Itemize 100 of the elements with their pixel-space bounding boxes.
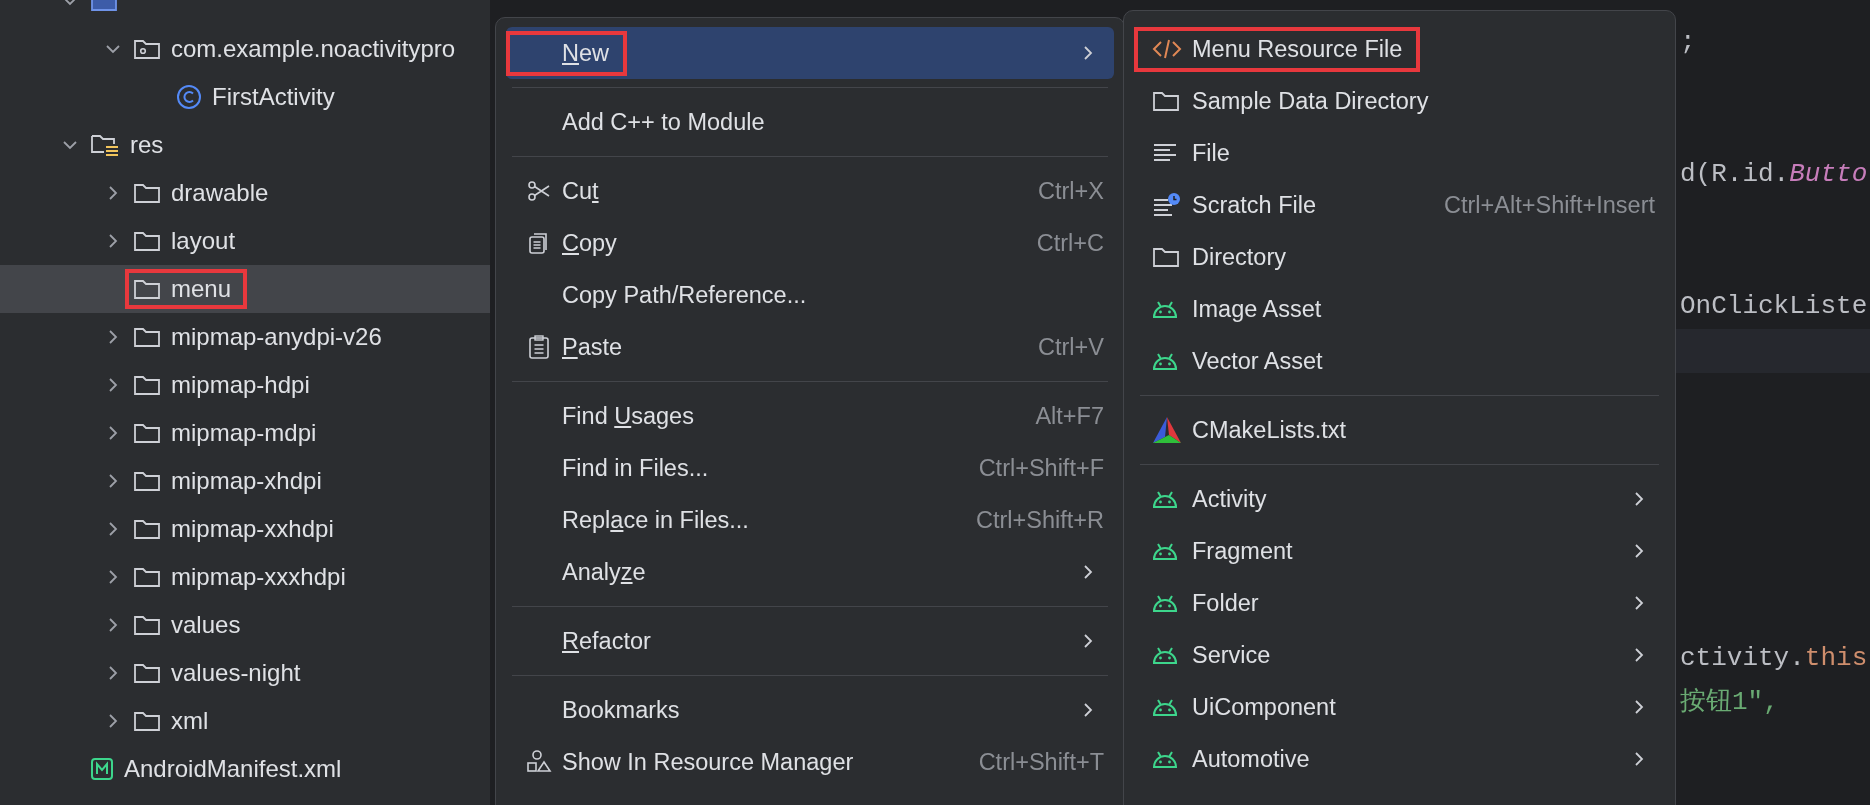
tree-item[interactable]: mipmap-xxhdpi [0, 505, 490, 553]
action-entry[interactable]: Find Usages Alt+F7 [506, 390, 1114, 442]
tree-item[interactable]: FirstActivity [0, 73, 490, 121]
tree-item-label: mipmap-xxxhdpi [171, 563, 346, 591]
tree-item-label: layout [171, 227, 236, 255]
action-entry[interactable]: Show In Resource Manager Ctrl+Shift+T [506, 736, 1114, 788]
shortcut-label: Ctrl+V [1038, 333, 1104, 361]
android-icon [1152, 645, 1178, 665]
shortcut-label: Ctrl+Shift+T [978, 748, 1104, 776]
action-entry[interactable]: Find in Files... Ctrl+Shift+F [506, 442, 1114, 494]
entry-label: Fragment [1192, 537, 1293, 565]
action-entry[interactable]: Activity [1134, 473, 1665, 525]
scratch-file-icon [1152, 192, 1180, 218]
entry-label: Find Usages [562, 402, 694, 430]
entry-label: Automotive [1192, 745, 1310, 773]
tree-item[interactable]: mipmap-anydpi-v26 [0, 313, 490, 361]
action-entry[interactable]: Image Asset [1134, 283, 1665, 335]
folder-icon [133, 709, 161, 733]
action-entry[interactable]: Menu Resource File [1134, 23, 1665, 75]
action-entry[interactable]: File [1134, 127, 1665, 179]
android-icon [1152, 489, 1178, 509]
action-entry[interactable]: Refactor [506, 615, 1114, 667]
action-entry[interactable]: Service [1134, 629, 1665, 681]
folder-icon [133, 517, 161, 541]
entry-label: UiComponent [1192, 693, 1336, 721]
action-entry[interactable]: New [506, 27, 1114, 79]
tree-item[interactable]: com.example.noactivitypro [0, 25, 490, 73]
tree-item[interactable]: values [0, 601, 490, 649]
tree-item[interactable]: mipmap-xhdpi [0, 457, 490, 505]
entry-label: Sample Data Directory [1192, 87, 1429, 115]
tree-item-label: menu [171, 275, 232, 303]
folder-icon [133, 325, 161, 349]
tree-item-label: res [130, 131, 164, 159]
tree-item-label: AndroidManifest.xml [124, 755, 342, 783]
folder-icon [133, 421, 161, 445]
tree-item[interactable]: values-night [0, 649, 490, 697]
tree-item[interactable]: AndroidManifest.xml [0, 745, 490, 793]
shapes-icon [526, 750, 552, 774]
entry-label: Directory [1192, 243, 1286, 271]
action-entry[interactable]: Directory [1134, 231, 1665, 283]
shortcut-label: Ctrl+Shift+R [976, 506, 1104, 534]
action-entry[interactable]: Sample Data Directory [1134, 75, 1665, 127]
entry-label: Image Asset [1192, 295, 1322, 323]
tree-item[interactable]: drawable [0, 169, 490, 217]
action-entry[interactable]: Fragment [1134, 525, 1665, 577]
tree-item[interactable]: mipmap-mdpi [0, 409, 490, 457]
tree-item[interactable]: menu [0, 265, 490, 313]
entry-label: Add C++ to Module [562, 108, 765, 136]
action-entry[interactable]: Replace in Files... Ctrl+Shift+R [506, 494, 1114, 546]
action-entry[interactable]: Analyze [506, 546, 1114, 598]
entry-label: Menu Resource File [1192, 35, 1403, 63]
tree-item-label: drawable [171, 179, 269, 207]
action-entry[interactable]: Vector Asset [1134, 335, 1665, 387]
folder-icon [133, 181, 161, 205]
clipboard-icon [527, 334, 551, 360]
action-entry[interactable]: CMakeLists.txt [1134, 404, 1665, 456]
folder-icon [1152, 89, 1180, 113]
tree-item[interactable]: layout [0, 217, 490, 265]
action-entry[interactable]: Cut Ctrl+X [506, 165, 1114, 217]
entry-label: Service [1192, 641, 1271, 669]
shortcut-label: Ctrl+Shift+F [978, 454, 1104, 482]
action-entry[interactable]: Folder [1134, 577, 1665, 629]
action-entry[interactable]: Automotive [1134, 733, 1665, 785]
folder-icon [133, 373, 161, 397]
tree-item-label: mipmap-hdpi [171, 371, 310, 399]
entry-label: Find in Files... [562, 454, 709, 482]
entry-label: Show In Resource Manager [562, 748, 854, 776]
resource-folder-icon [90, 132, 120, 158]
folder-icon [133, 565, 161, 589]
action-entry[interactable]: Scratch File Ctrl+Alt+Shift+Insert [1134, 179, 1665, 231]
android-icon [1152, 299, 1178, 319]
folder-icon [133, 661, 161, 685]
code-brackets-icon [1152, 37, 1182, 61]
tree-item-label: values [171, 611, 241, 639]
package-folder-icon [133, 37, 161, 61]
entry-label: Vector Asset [1192, 347, 1323, 375]
action-entry[interactable]: Copy Ctrl+C [506, 217, 1114, 269]
tree-item[interactable]: xml [0, 697, 490, 745]
entry-label: CMakeLists.txt [1192, 416, 1347, 444]
folder-icon [1152, 245, 1180, 269]
android-icon [1152, 749, 1178, 769]
action-entry[interactable]: Paste Ctrl+V [506, 321, 1114, 373]
entry-label: File [1192, 139, 1230, 167]
android-icon [1152, 351, 1178, 371]
entry-label: Folder [1192, 589, 1259, 617]
tree-item[interactable]: mipmap-hdpi [0, 361, 490, 409]
folder-icon [133, 613, 161, 637]
shortcut-label: Ctrl+Alt+Shift+Insert [1444, 191, 1655, 219]
action-entry[interactable]: UiComponent [1134, 681, 1665, 733]
tree-item[interactable]: res [0, 121, 490, 169]
action-entry[interactable]: Copy Path/Reference... [506, 269, 1114, 321]
action-entry[interactable]: Add C++ to Module [506, 96, 1114, 148]
android-icon [1152, 593, 1178, 613]
tree-item-label: mipmap-xxhdpi [171, 515, 334, 543]
tree-item-label: values-night [171, 659, 301, 687]
tree-item[interactable]: mipmap-xxxhdpi [0, 553, 490, 601]
android-icon [1152, 697, 1178, 717]
entry-label: Scratch File [1192, 191, 1317, 219]
action-entry[interactable]: Bookmarks [506, 684, 1114, 736]
entry-label: Refactor [562, 627, 651, 655]
